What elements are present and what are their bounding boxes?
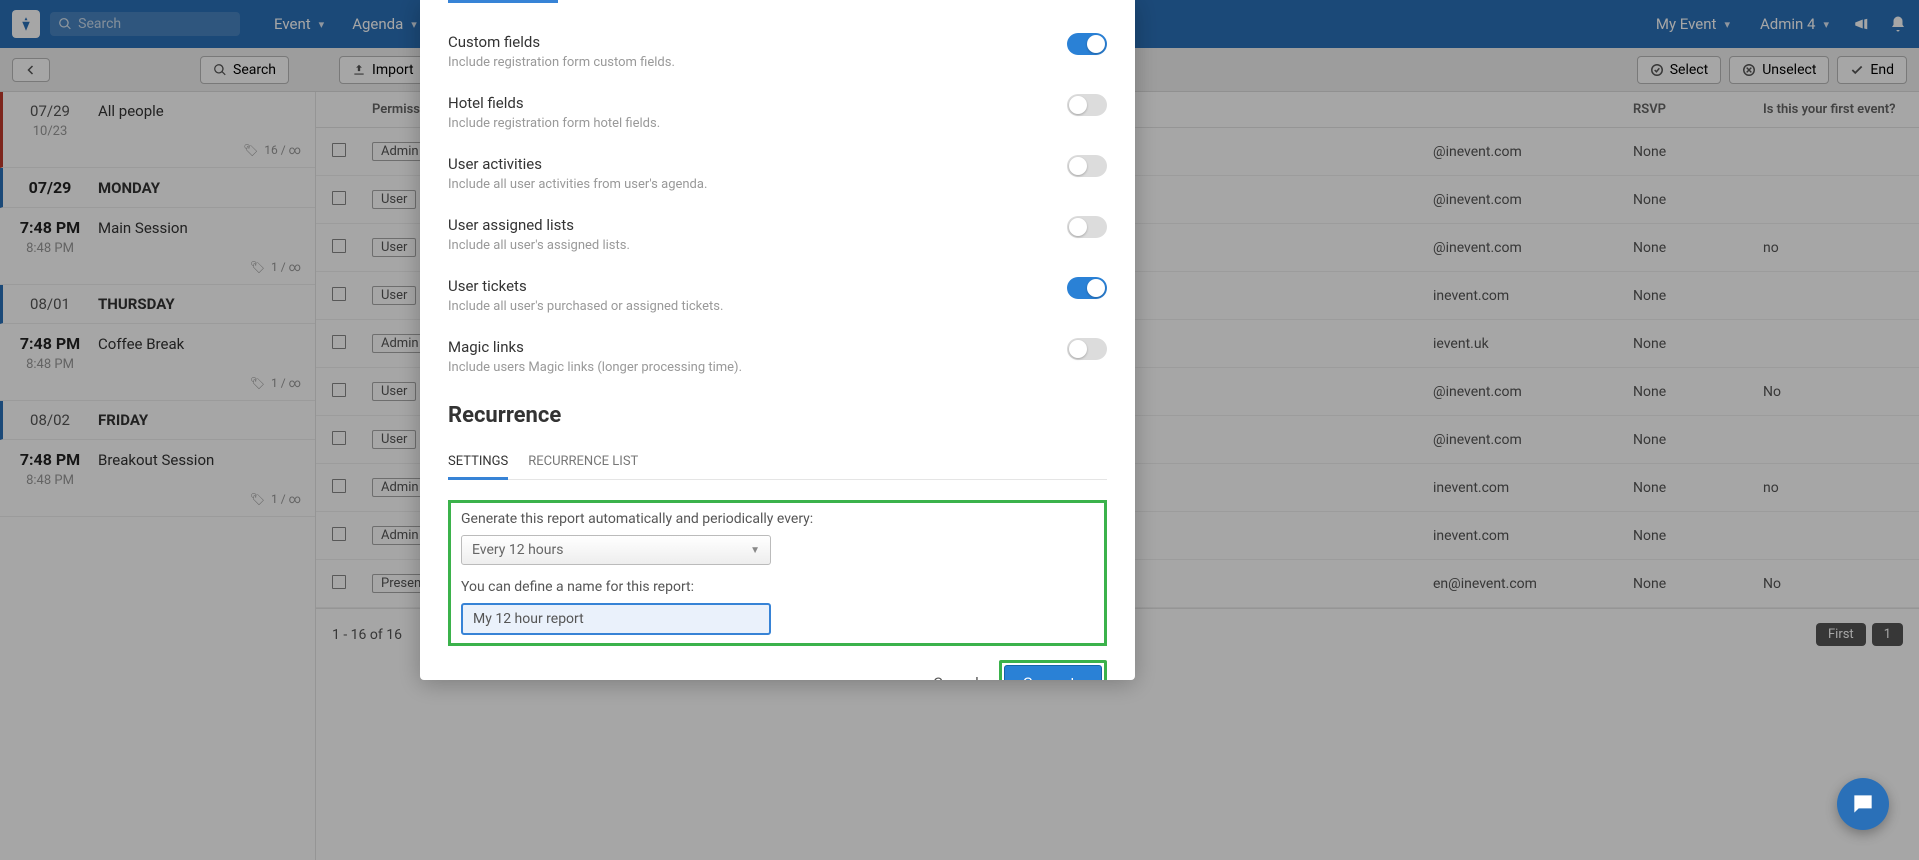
modal-overlay[interactable]: Custom fields Include registration form … [0,0,1919,860]
option-desc: Include all user's assigned lists. [448,238,1067,253]
option-desc: Include all user's purchased or assigned… [448,299,1067,314]
option-toggle[interactable] [1067,338,1107,360]
option-title: Magic links [448,338,1067,356]
option-toggle[interactable] [1067,94,1107,116]
option-row: User tickets Include all user's purchase… [448,265,1107,326]
generate-interval-label: Generate this report automatically and p… [461,511,1094,527]
report-name-input[interactable] [461,603,771,635]
option-row: Magic links Include users Magic links (l… [448,326,1107,387]
option-row: Hotel fields Include registration form h… [448,82,1107,143]
chat-fab[interactable] [1837,778,1889,830]
option-title: User activities [448,155,1067,173]
modal-footer: Cancel Generate [448,660,1107,680]
option-toggle[interactable] [1067,277,1107,299]
tab-settings[interactable]: SETTINGS [448,446,508,480]
chat-icon [1850,791,1876,817]
report-name-label: You can define a name for this report: [461,579,1094,595]
option-desc: Include registration form hotel fields. [448,116,1067,131]
generate-button[interactable]: Generate [1004,665,1102,680]
option-row: User activities Include all user activit… [448,143,1107,204]
option-toggle[interactable] [1067,33,1107,55]
option-desc: Include registration form custom fields. [448,55,1067,70]
recurrence-settings-highlight: Generate this report automatically and p… [448,500,1107,646]
generate-button-highlight: Generate [999,660,1107,680]
caret-down-icon: ▼ [750,545,760,556]
option-toggle[interactable] [1067,216,1107,238]
recurrence-heading: Recurrence [448,403,1107,428]
option-title: User assigned lists [448,216,1067,234]
option-title: Hotel fields [448,94,1067,112]
tab-recurrence-list[interactable]: RECURRENCE LIST [528,446,638,479]
option-title: User tickets [448,277,1067,295]
generate-interval-select[interactable]: Every 12 hours ▼ [461,535,771,565]
modal-tabs: SETTINGS RECURRENCE LIST [448,446,1107,480]
option-row: Custom fields Include registration form … [448,21,1107,82]
option-desc: Include all user activities from user's … [448,177,1067,192]
report-modal: Custom fields Include registration form … [420,0,1135,680]
option-row: User assigned lists Include all user's a… [448,204,1107,265]
option-desc: Include users Magic links (longer proces… [448,360,1067,375]
option-title: Custom fields [448,33,1067,51]
option-toggle[interactable] [1067,155,1107,177]
cancel-button[interactable]: Cancel [927,666,985,680]
